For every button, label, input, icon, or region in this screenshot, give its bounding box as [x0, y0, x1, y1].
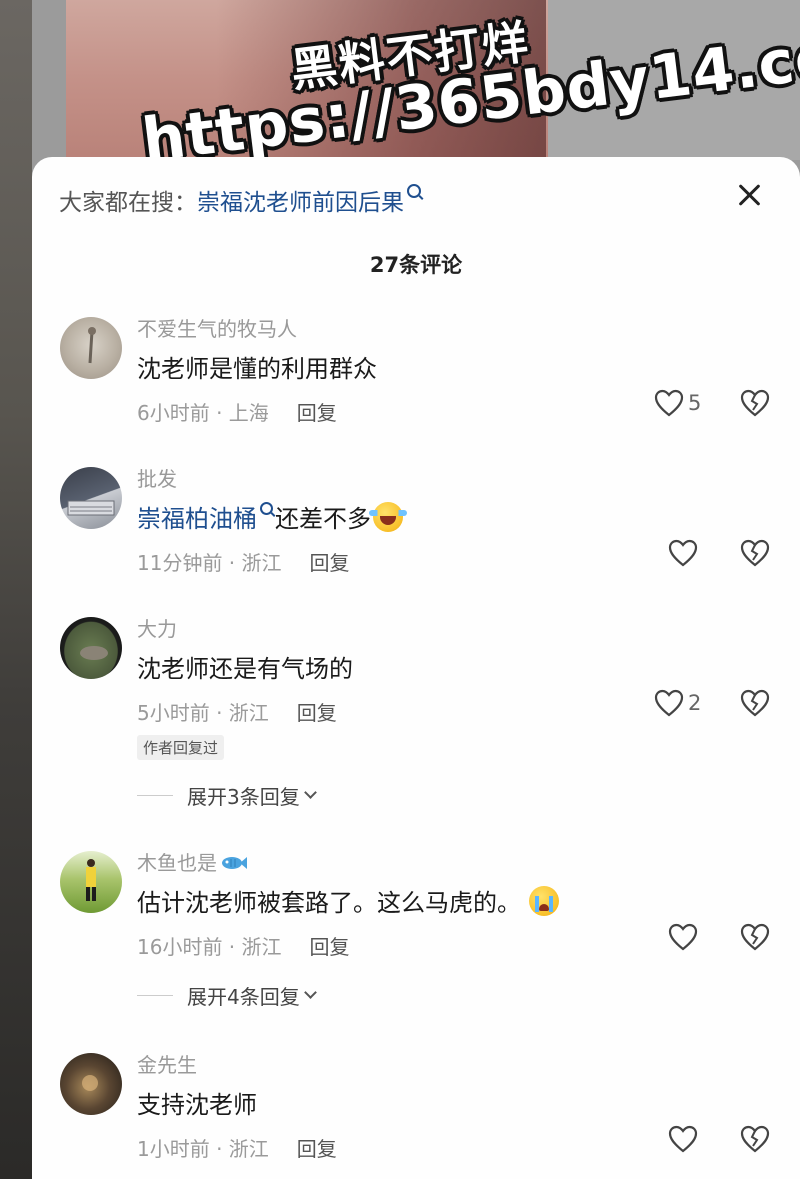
avatar[interactable]: [60, 617, 122, 679]
comment-meta: 6小时前 · 上海 回复: [137, 397, 337, 426]
avatar[interactable]: [60, 851, 122, 913]
comment-meta: 11分钟前 · 浙江 回复: [137, 547, 350, 576]
divider: [137, 995, 173, 996]
expand-replies-label: 展开3条回复: [187, 785, 300, 809]
heart-icon: [668, 539, 698, 567]
broken-heart-icon[interactable]: [740, 1125, 770, 1153]
comment-username[interactable]: 不爱生气的牧马人: [137, 313, 297, 342]
comment-username-text: 木鱼也是: [137, 851, 217, 875]
heart-icon: [654, 689, 684, 717]
comment-username[interactable]: 批发: [137, 463, 177, 492]
reply-button[interactable]: 回复: [297, 1137, 337, 1161]
video-background-left: [0, 0, 32, 1179]
comment-text-body: 估计沈老师被套路了。这么马虎的。: [137, 889, 521, 917]
broken-heart-icon[interactable]: [740, 923, 770, 951]
reply-button[interactable]: 回复: [297, 701, 337, 725]
fish-emoji-icon: [222, 856, 247, 869]
avatar[interactable]: [60, 317, 122, 379]
divider: [137, 795, 173, 796]
broken-heart-icon[interactable]: [740, 539, 770, 567]
expand-replies-button[interactable]: 展开4条回复: [137, 981, 317, 1010]
search-icon: [407, 184, 421, 198]
comment-username[interactable]: 木鱼也是: [137, 847, 247, 876]
heart-icon: [668, 923, 698, 951]
like-button[interactable]: 5: [654, 389, 701, 417]
like-button[interactable]: 2: [654, 689, 701, 717]
heart-icon: [668, 1125, 698, 1153]
comment-text: 崇福柏油桶 还差不多: [137, 499, 407, 535]
comment-time: 11分钟前 · 浙江: [137, 551, 282, 575]
broken-heart-icon[interactable]: [740, 689, 770, 717]
comment-count: 27条评论: [369, 253, 463, 277]
comment-text-rest: 还差不多: [275, 505, 371, 533]
avatar[interactable]: [60, 467, 122, 529]
crying-emoji-icon: [529, 886, 559, 916]
reply-button[interactable]: 回复: [310, 935, 350, 959]
comment-text: 支持沈老师: [137, 1091, 257, 1119]
comment-username[interactable]: 金先生: [137, 1049, 197, 1078]
reply-button[interactable]: 回复: [297, 401, 337, 425]
search-suggestion[interactable]: 大家都在搜：崇福沈老师前因后果: [59, 183, 421, 217]
comment-meta: 1小时前 · 浙江 回复: [137, 1133, 337, 1162]
like-count: 5: [688, 391, 702, 415]
comment-username[interactable]: 大力: [137, 613, 177, 642]
comment-meta: 16小时前 · 浙江 回复: [137, 931, 350, 960]
reply-button[interactable]: 回复: [310, 551, 350, 575]
comment-text: 估计沈老师被套路了。这么马虎的。: [137, 883, 559, 919]
like-button[interactable]: [668, 1125, 698, 1153]
comment-search-link[interactable]: 崇福柏油桶: [137, 505, 257, 533]
search-suggestion-query[interactable]: 崇福沈老师前因后果: [197, 190, 404, 216]
like-count: 2: [688, 691, 702, 715]
comment-time: 1小时前 · 浙江: [137, 1137, 269, 1161]
laughing-crying-emoji-icon: [369, 502, 407, 532]
chevron-down-icon: [303, 786, 317, 799]
expand-replies-label: 展开4条回复: [187, 985, 300, 1009]
comment-time: 6小时前 · 上海: [137, 401, 269, 425]
comment-text: 沈老师还是有气场的: [137, 655, 353, 683]
comments-sheet: 大家都在搜：崇福沈老师前因后果 27条评论 不爱生气的牧马人 沈老师是懂的利用群…: [32, 157, 800, 1179]
chevron-down-icon: [303, 986, 317, 999]
comment-time: 5小时前 · 浙江: [137, 701, 269, 725]
expand-replies-button[interactable]: 展开3条回复: [137, 781, 317, 810]
comment-time: 16小时前 · 浙江: [137, 935, 282, 959]
close-icon[interactable]: [732, 177, 768, 213]
avatar[interactable]: [60, 1053, 122, 1115]
search-suggestion-prefix: 大家都在搜：: [59, 190, 197, 216]
broken-heart-icon[interactable]: [740, 389, 770, 417]
like-button[interactable]: [668, 923, 698, 951]
comment-meta: 5小时前 · 浙江 回复: [137, 697, 337, 726]
search-icon: [260, 502, 273, 515]
heart-icon: [654, 389, 684, 417]
like-button[interactable]: [668, 539, 698, 567]
author-replied-badge: 作者回复过: [137, 735, 225, 760]
comment-text: 沈老师是懂的利用群众: [137, 355, 377, 383]
